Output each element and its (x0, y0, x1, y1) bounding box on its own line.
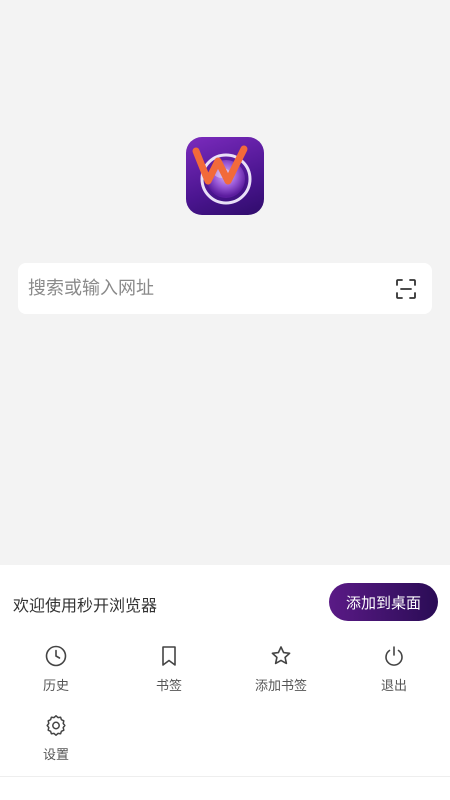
star-icon (271, 646, 291, 665)
browser-logo-icon (192, 145, 252, 205)
menu-item-exit[interactable]: 退出 (344, 644, 444, 694)
search-input[interactable] (18, 263, 380, 314)
welcome-text: 欢迎使用秒开浏览器 (13, 596, 158, 615)
bookmark-icon (162, 646, 176, 666)
bottom-menu-panel: 欢迎使用秒开浏览器 添加到桌面 历史 书签 添加书签 退出 设置 (0, 565, 450, 800)
menu-item-add-bookmark[interactable]: 添加书签 (231, 644, 331, 694)
app-logo (186, 137, 264, 215)
scan-button[interactable] (380, 263, 432, 314)
menu-item-label: 退出 (380, 679, 407, 694)
menu-item-label: 书签 (155, 679, 182, 694)
power-icon (385, 646, 403, 666)
gear-icon (46, 715, 66, 736)
add-to-desktop-button[interactable]: 添加到桌面 (329, 583, 438, 621)
menu-item-bookmarks[interactable]: 书签 (119, 644, 219, 694)
menu-item-label: 历史 (42, 679, 69, 694)
menu-item-settings[interactable]: 设置 (6, 713, 106, 763)
divider (0, 776, 450, 777)
menu-item-label: 设置 (42, 748, 69, 763)
menu-item-label: 添加书签 (254, 679, 307, 694)
clock-icon (45, 645, 67, 667)
menu-item-history[interactable]: 历史 (6, 644, 106, 694)
search-bar (18, 263, 432, 314)
scan-icon (396, 278, 416, 299)
